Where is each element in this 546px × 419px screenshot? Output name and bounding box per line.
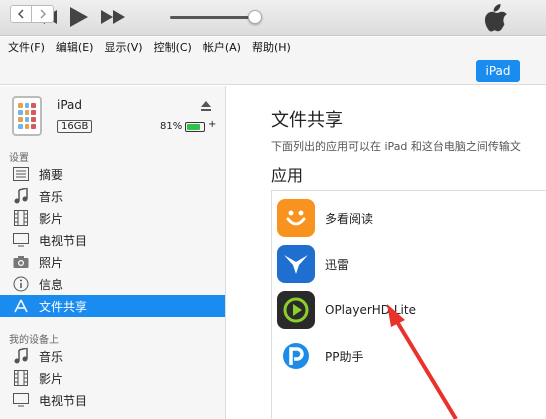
camera-icon (13, 254, 29, 270)
battery-level-fill (187, 124, 200, 130)
app-name: PP助手 (325, 349, 364, 364)
sidebar-item-label: 电视节目 (39, 233, 88, 248)
sidebar-item-films[interactable]: 影片 (0, 207, 225, 229)
player-toolbar (0, 0, 546, 36)
app-name: OPlayerHD Lite (325, 303, 416, 317)
volume-slider-knob[interactable] (248, 10, 262, 24)
page-description: 下面列出的应用可以在 iPad 和这台电脑之间传输文 (271, 140, 521, 153)
sidebar-item-label: 信息 (39, 277, 64, 292)
battery-icon (185, 122, 205, 132)
app-row-pp-assistant[interactable]: PP助手 (272, 333, 546, 379)
sidebar-item-label: 摘要 (39, 167, 64, 182)
film-icon (13, 370, 29, 386)
music-icon (13, 348, 29, 364)
device-capacity: 16GB (57, 120, 93, 133)
app-list: 多看阅读 迅雷 OPlayerHD Lite PP助手 (271, 190, 546, 419)
apple-logo-icon (484, 4, 508, 32)
menu-help[interactable]: 帮助(H) (252, 39, 291, 55)
fast-forward-button[interactable] (100, 6, 126, 28)
app-store-icon (13, 298, 29, 314)
app-row-oplayerhd[interactable]: OPlayerHD Lite (272, 287, 546, 333)
xunlei-app-icon (277, 245, 315, 283)
sidebar-item-label: 影片 (39, 371, 64, 386)
sidebar-item-photos[interactable]: 照片 (0, 251, 225, 273)
info-icon (13, 276, 29, 292)
sidebar-item-label: 音乐 (39, 189, 64, 204)
device-button[interactable]: iPad (476, 60, 520, 82)
navigation-bar (0, 57, 546, 85)
tv-icon (13, 232, 29, 248)
page-title: 文件共享 (271, 110, 343, 131)
device-name: iPad (57, 98, 83, 112)
play-icon (70, 7, 88, 27)
battery-percent: 81% (160, 121, 183, 132)
menu-file[interactable]: 文件(F) (8, 39, 45, 55)
ipad-device-icon (12, 96, 42, 136)
tv-icon (13, 392, 29, 408)
volume-slider[interactable] (170, 16, 256, 19)
sidebar-item-label: 照片 (39, 255, 64, 270)
film-icon (13, 210, 29, 226)
forward-button[interactable] (32, 5, 54, 23)
play-button[interactable] (68, 6, 90, 28)
duokan-app-icon (277, 199, 315, 237)
app-row-xunlei[interactable]: 迅雷 (272, 241, 546, 287)
my-device-section-label: 我的设备上 (9, 335, 59, 346)
settings-section-label: 设置 (9, 153, 29, 164)
sidebar-item-device-tv-shows[interactable]: 电视节目 (0, 389, 225, 411)
app-name: 迅雷 (325, 257, 350, 272)
sidebar-item-tv-shows[interactable]: 电视节目 (0, 229, 225, 251)
sidebar-item-device-films[interactable]: 影片 (0, 367, 225, 389)
pp-assistant-app-icon (277, 337, 315, 375)
sidebar-item-file-sharing[interactable]: 文件共享 (0, 295, 225, 317)
sidebar: iPad 16GB 81% + 设置 摘要 音乐 影片 电视节目 照片 信息 文… (0, 86, 226, 419)
sidebar-item-label: 音乐 (39, 349, 64, 364)
sidebar-item-device-music[interactable]: 音乐 (0, 345, 225, 367)
sidebar-item-music[interactable]: 音乐 (0, 185, 225, 207)
back-button[interactable] (10, 5, 32, 23)
sidebar-item-label: 影片 (39, 211, 64, 226)
menu-edit[interactable]: 编辑(E) (56, 39, 94, 55)
menu-view[interactable]: 显示(V) (104, 39, 142, 55)
app-name: 多看阅读 (325, 211, 374, 226)
sidebar-item-label: 文件共享 (39, 299, 88, 314)
fast-forward-icon (101, 10, 125, 24)
menu-account[interactable]: 帐户(A) (203, 39, 241, 55)
charging-indicator: + (208, 119, 217, 130)
summary-icon (13, 166, 29, 182)
file-sharing-panel: 文件共享 下面列出的应用可以在 iPad 和这台电脑之间传输文 应用 多看阅读 … (227, 86, 546, 419)
eject-icon[interactable] (200, 97, 212, 111)
menu-bar: 文件(F) 编辑(E) 显示(V) 控制(C) 帐户(A) 帮助(H) (0, 37, 546, 57)
chevron-left-icon (17, 9, 24, 19)
chevron-right-icon (39, 9, 46, 19)
menu-controls[interactable]: 控制(C) (154, 39, 192, 55)
oplayer-app-icon (277, 291, 315, 329)
music-icon (13, 188, 29, 204)
sidebar-item-summary[interactable]: 摘要 (0, 163, 225, 185)
sidebar-item-label: 电视节目 (39, 393, 88, 408)
apps-heading: 应用 (271, 166, 304, 185)
sidebar-item-info[interactable]: 信息 (0, 273, 225, 295)
app-row-duokan[interactable]: 多看阅读 (272, 195, 546, 241)
